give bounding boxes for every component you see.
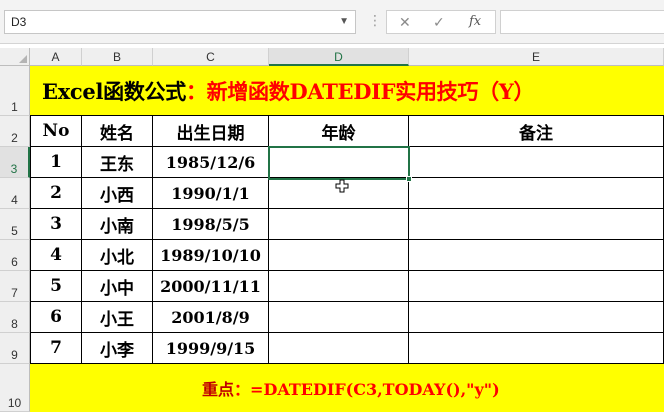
cell-no[interactable]: 1 <box>30 147 82 178</box>
cell-birth[interactable]: 1985/12/6 <box>153 147 269 178</box>
cell-birth[interactable]: 1998/5/5 <box>153 209 269 240</box>
formula-input[interactable] <box>500 10 664 34</box>
title-cell[interactable]: Excel函数公式：新增函数DATEDIF实用技巧（Y） <box>30 66 664 116</box>
chevron-down-icon[interactable]: ▼ <box>339 11 349 33</box>
check-icon[interactable]: ✓ <box>433 14 445 31</box>
cell-no[interactable]: 2 <box>30 178 82 209</box>
drag-handle-icon[interactable]: ⋮ <box>368 12 382 29</box>
formula-bar: D3 ▼ ⋮ ✕ ✓ fx <box>0 0 664 44</box>
cell-note[interactable] <box>409 302 664 333</box>
cell-note[interactable] <box>409 178 664 209</box>
row-header-9[interactable]: 9 <box>0 333 30 364</box>
header-age[interactable]: 年龄 <box>269 116 409 147</box>
cell-note[interactable] <box>409 240 664 271</box>
insert-function-icon[interactable]: fx <box>469 14 481 29</box>
column-header-b[interactable]: B <box>82 48 153 66</box>
title-part-1: Excel函数公式 <box>42 79 186 104</box>
cell-age[interactable] <box>269 333 409 364</box>
cell-no[interactable]: 5 <box>30 271 82 302</box>
name-box[interactable]: D3 ▼ <box>4 10 356 34</box>
formula-buttons: ✕ ✓ fx <box>386 10 496 34</box>
cell-birth[interactable]: 1999/9/15 <box>153 333 269 364</box>
cell-age[interactable] <box>269 209 409 240</box>
fill-handle[interactable] <box>406 176 412 182</box>
cell-name[interactable]: 小南 <box>82 209 153 240</box>
cell-age[interactable] <box>269 240 409 271</box>
cell-birth[interactable]: 1989/10/10 <box>153 240 269 271</box>
cell-name[interactable]: 小北 <box>82 240 153 271</box>
row-header-6[interactable]: 6 <box>0 240 30 271</box>
cell-birth[interactable]: 2000/11/11 <box>153 271 269 302</box>
row-header-4[interactable]: 4 <box>0 178 30 209</box>
header-no[interactable]: No <box>30 116 82 147</box>
cell-name[interactable]: 小王 <box>82 302 153 333</box>
header-name[interactable]: 姓名 <box>82 116 153 147</box>
cell-note[interactable] <box>409 271 664 302</box>
row-header-5[interactable]: 5 <box>0 209 30 240</box>
title-part-2: ：新增函数DATEDIF实用技巧（Y） <box>185 79 535 104</box>
cell-name[interactable]: 王东 <box>82 147 153 178</box>
cell-birth[interactable]: 1990/1/1 <box>153 178 269 209</box>
cell-no[interactable]: 3 <box>30 209 82 240</box>
cell-name[interactable]: 小李 <box>82 333 153 364</box>
footer-formula-text: 重点：=DATEDIF(C3,TODAY(),"y") <box>202 376 500 400</box>
header-birth[interactable]: 出生日期 <box>153 116 269 147</box>
cell-no[interactable]: 7 <box>30 333 82 364</box>
cursor-icon <box>335 179 349 193</box>
cell-name[interactable]: 小中 <box>82 271 153 302</box>
row-header-7[interactable]: 7 <box>0 271 30 302</box>
cell-note[interactable] <box>409 333 664 364</box>
row-header-8[interactable]: 8 <box>0 302 30 333</box>
row-header-1[interactable]: 1 <box>0 66 30 116</box>
column-header-e[interactable]: E <box>409 48 664 66</box>
select-all-corner[interactable] <box>0 48 30 66</box>
footer-label: 重点 <box>202 380 235 399</box>
active-cell-selection[interactable] <box>268 146 412 182</box>
footer-colon: ： <box>234 380 251 399</box>
cell-note[interactable] <box>409 147 664 178</box>
cancel-icon[interactable]: ✕ <box>399 14 411 31</box>
row-header-2[interactable]: 2 <box>0 116 30 147</box>
row-header-3[interactable]: 3 <box>0 147 30 178</box>
header-note[interactable]: 备注 <box>409 116 664 147</box>
footer-cell[interactable]: 重点：=DATEDIF(C3,TODAY(),"y") <box>30 364 664 412</box>
footer-formula: =DATEDIF(C3,TODAY(),"y") <box>250 380 500 399</box>
column-header-d[interactable]: D <box>269 48 409 66</box>
cell-name[interactable]: 小西 <box>82 178 153 209</box>
cell-birth[interactable]: 2001/8/9 <box>153 302 269 333</box>
cell-age[interactable] <box>269 271 409 302</box>
cell-no[interactable]: 4 <box>30 240 82 271</box>
cell-age[interactable] <box>269 302 409 333</box>
cell-note[interactable] <box>409 209 664 240</box>
name-box-value: D3 <box>11 15 27 29</box>
row-header-10[interactable]: 10 <box>0 364 30 412</box>
sheet-title: Excel函数公式：新增函数DATEDIF实用技巧（Y） <box>42 76 534 106</box>
column-header-a[interactable]: A <box>30 48 82 66</box>
cell-no[interactable]: 6 <box>30 302 82 333</box>
column-header-c[interactable]: C <box>153 48 269 66</box>
